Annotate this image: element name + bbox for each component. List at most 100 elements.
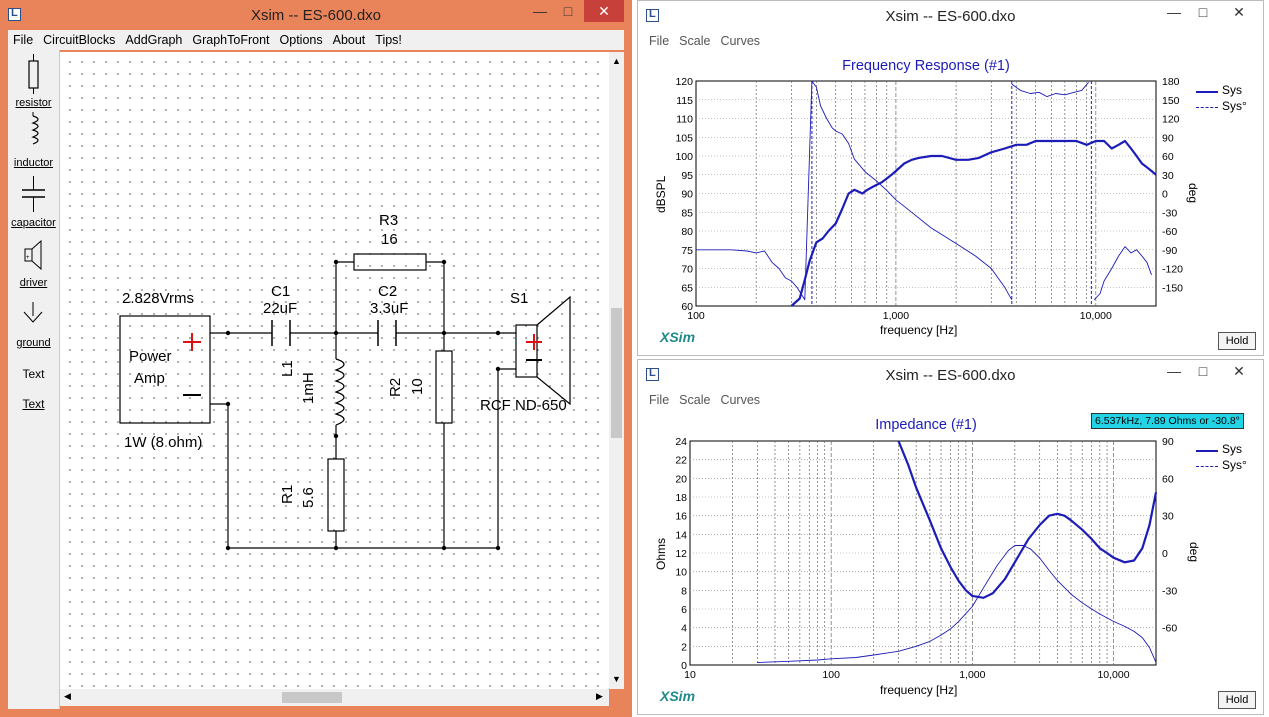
l1-name: L1 [279,360,296,377]
palette-text[interactable]: Text [8,397,59,411]
y-tick-label: 22 [675,455,687,467]
menu-tips[interactable]: Tips! [370,30,407,50]
driver-icon: + [24,239,42,271]
y-tick-label: 95 [681,170,693,182]
y2-axis-label: deg [1187,542,1201,563]
legend-sys: Sys [1222,83,1243,97]
x-tick-label: 10 [684,669,696,681]
vertical-scroll-thumb[interactable] [611,308,622,438]
hold-button[interactable]: Hold [1218,332,1256,350]
y2-tick-label: 120 [1162,114,1180,126]
x-tick-label: 10,000 [1080,310,1112,322]
palette-resistor[interactable]: resistor [8,97,59,109]
y-tick-label: 100 [675,151,693,163]
horizontal-scrollbar[interactable]: ◀ ▶ [60,689,609,706]
component-palette: + resistor inductor capacitor driver gro… [8,50,60,709]
y-tick-label: 14 [675,529,687,541]
vertical-scrollbar[interactable]: ▲ ▼ [609,52,624,689]
y2-axis-label: deg [1186,183,1200,204]
menu-circuitblocks[interactable]: CircuitBlocks [38,30,120,50]
legend-sys-phase: Sys° [1222,99,1247,113]
r1-value: 5.6 [300,487,317,508]
close-icon[interactable]: ✕ [584,0,624,22]
y2-tick-label: -120 [1162,264,1183,276]
menu-file[interactable]: File [8,30,38,50]
legend-sys-swatch [1196,91,1218,93]
palette-text-plain[interactable]: Text [8,367,59,381]
xsim-logo: XSim [660,329,696,345]
schematic-canvas[interactable]: 2.828Vrms Power Amp 1W (8 ohm) R3 16 C1 … [60,52,609,689]
legend-sys-phase: Sys° [1222,458,1247,472]
y2-tick-label: -60 [1162,623,1177,635]
y-axis-label: dBSPL [654,175,668,213]
scroll-right-icon[interactable]: ▶ [596,691,603,702]
menu-addgraph[interactable]: AddGraph [120,30,187,50]
r2-name: R2 [387,377,404,397]
r3-value: 16 [381,231,398,248]
source-voltage-label: 2.828Vrms [122,290,194,307]
scroll-left-icon[interactable]: ◀ [64,691,71,702]
frequency-response-window: Xsim -- ES-600.dxo — □ ✕ FileScaleCurves… [637,0,1264,356]
menu-graphtofront[interactable]: GraphToFront [187,30,274,50]
impedance-plot[interactable]: 2422201816141210864209060300-30-6010 100 1… [638,360,1265,716]
c1-value: 22uF [263,300,298,317]
horizontal-scroll-thumb[interactable] [282,692,342,703]
inductor-icon [31,112,39,145]
y2-tick-label: -60 [1162,226,1177,238]
palette-inductor[interactable]: inductor [8,157,59,169]
ground-icon [23,302,43,323]
circuit-window: Xsim -- ES-600.dxo — □ ✕ FileCircuitBloc… [0,0,632,717]
maximize-icon[interactable]: □ [554,0,582,22]
y-tick-label: 10 [675,567,687,579]
y-tick-label: 24 [675,436,687,448]
y2-tick-label: 0 [1162,189,1168,201]
capacitor-icon [22,176,45,212]
hold-button[interactable]: Hold [1218,691,1256,709]
r1-name: R1 [279,484,296,504]
x-tick-label: 1,000 [883,310,909,322]
minimize-icon[interactable]: — [526,0,554,22]
legend-sys-phase-swatch [1196,466,1218,467]
y-tick-label: 80 [681,226,693,238]
y-tick-label: 115 [676,95,693,107]
x-tick-label: 1,000 [959,669,985,681]
y-tick-label: 85 [681,207,693,219]
scroll-up-icon[interactable]: ▲ [612,56,621,66]
x-axis-label: frequency [Hz] [880,323,958,337]
y-tick-label: 120 [675,76,693,88]
y-tick-label: 105 [675,132,693,144]
y-tick-label: 18 [675,492,687,504]
y-tick-label: 8 [681,585,687,597]
palette-capacitor[interactable]: capacitor [8,217,59,229]
y2-tick-label: -30 [1162,585,1177,597]
amp-name-label: Power [129,348,172,365]
x-tick-label: 10,000 [1097,669,1129,681]
x-tick-label: 100 [822,669,840,681]
c2-value: 3.3uF [370,300,409,317]
c2-name: C2 [378,283,398,300]
frequency-response-plot[interactable]: 120 115 110 105 100 95 90 85 80 75 70 65 60 180 150 120… [638,1,1265,357]
y-tick-label: 4 [681,623,687,635]
menu-about[interactable]: About [328,30,371,50]
y2-tick-label: 90 [1162,132,1174,144]
y-axis-label: Ohms [654,537,668,570]
s1-model: RCF ND-650 [480,397,567,414]
menu-options[interactable]: Options [275,30,328,50]
xsim-logo: XSim [660,688,696,704]
y-tick-label: 16 [675,511,687,523]
y2-tick-label: 60 [1162,151,1174,163]
y-tick-label: 6 [681,604,687,616]
palette-driver[interactable]: driver [8,277,59,289]
circuit-titlebar[interactable]: Xsim -- ES-600.dxo — □ ✕ [0,0,632,30]
r2-value: 10 [409,378,426,395]
polarity-marks [183,333,542,351]
y2-tick-label: 30 [1162,511,1174,523]
y-tick-label: 75 [681,245,693,257]
r3-name: R3 [379,212,399,229]
palette-ground[interactable]: ground [8,337,59,349]
y2-tick-label: -90 [1162,245,1177,257]
y2-tick-label: 30 [1162,170,1174,182]
scroll-down-icon[interactable]: ▼ [612,674,621,684]
l1-value: 1mH [300,372,317,404]
y2-tick-label: -150 [1162,282,1183,294]
